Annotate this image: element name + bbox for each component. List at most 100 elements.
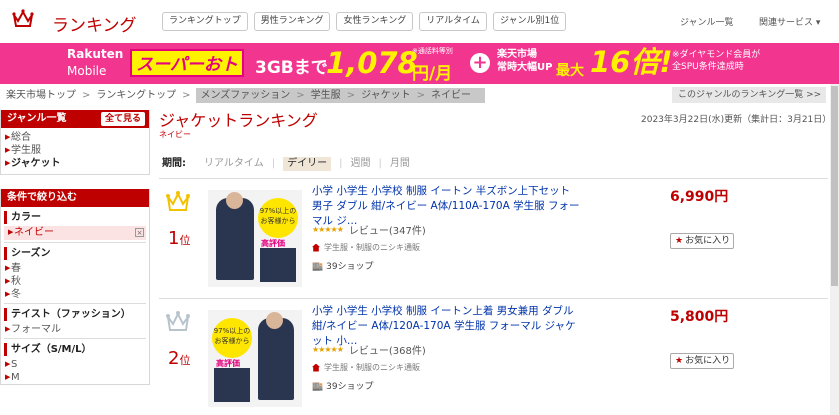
filter-option-size-m[interactable]: ▶ M bbox=[1, 371, 149, 384]
filter-option-winter[interactable]: ▶ 冬 bbox=[1, 288, 149, 301]
period-tabs: 期間: リアルタイム | デイリー | 週間 | 月間 bbox=[162, 157, 418, 171]
star-rating-icon: ★★★★★ bbox=[312, 345, 344, 354]
rank-number: 1位 bbox=[168, 228, 190, 249]
tab-monthly[interactable]: 月間 bbox=[390, 157, 410, 171]
filter-option-navy[interactable]: ▶ ネイビー bbox=[4, 226, 146, 239]
updated-date: 2023年3月22日(水)更新（集計日：3月21日） bbox=[641, 115, 832, 125]
filter-taste-label: テイスト（ファッション） bbox=[4, 308, 149, 321]
breadcrumb-navy: ネイビー bbox=[430, 90, 471, 101]
filter-option-autumn[interactable]: ▶ 秋 bbox=[1, 275, 149, 288]
rating-badge: 97%以上のお客様から bbox=[258, 198, 298, 238]
banner-call-note: ※通話料等別 bbox=[412, 47, 453, 55]
product-image[interactable]: 97%以上のお客様から 高評価 bbox=[208, 190, 302, 287]
period-separator: | bbox=[378, 158, 382, 169]
breadcrumb-mens-fashion[interactable]: メンズファッション bbox=[200, 88, 290, 103]
shop-count-link[interactable]: 🏬 39ショップ bbox=[312, 259, 374, 272]
sidebar-item-label: 総合 bbox=[11, 132, 31, 143]
tab-ranking-top[interactable]: ランキングトップ bbox=[162, 12, 248, 31]
sidebar-item-jacket[interactable]: ▶ ジャケット bbox=[1, 157, 149, 170]
scrollbar-thumb[interactable] bbox=[831, 86, 838, 286]
filter-option-formal[interactable]: ▶ フォーマル bbox=[1, 323, 149, 336]
shop-link[interactable]: 学生服・制服のニシキ通販 bbox=[312, 242, 420, 253]
shop-count-text: 39ショップ bbox=[326, 262, 374, 272]
chevron-right-icon: ▶ bbox=[5, 325, 11, 333]
crown-gold-dot bbox=[176, 191, 180, 195]
divider bbox=[4, 242, 146, 243]
tab-female-ranking[interactable]: 女性ランキング bbox=[336, 12, 414, 31]
chevron-right-icon: ▶ bbox=[5, 159, 11, 167]
shop-count-link[interactable]: 🏬 39ショップ bbox=[312, 379, 374, 392]
breadcrumb-rakuten-top[interactable]: 楽天市場トップ bbox=[6, 88, 76, 103]
banner-yen-month: 円/月 bbox=[412, 64, 453, 84]
banner-multiplier: 16倍! bbox=[590, 45, 673, 79]
tab-genre-first[interactable]: ジャンル別1位 bbox=[492, 12, 567, 31]
tab-male-ranking[interactable]: 男性ランキング bbox=[253, 12, 331, 31]
rank-value: 2 bbox=[168, 348, 180, 369]
breadcrumb-separator: > bbox=[182, 90, 191, 101]
banner-max: 最大 bbox=[556, 63, 584, 79]
tab-realtime[interactable]: リアルタイム bbox=[419, 12, 487, 31]
favorite-button[interactable]: ★ お気に入り bbox=[670, 233, 734, 249]
genre-ranking-list-link[interactable]: このジャンルのランキング一覧 >> bbox=[672, 87, 826, 103]
filter-option-spring[interactable]: ▶ 春 bbox=[1, 262, 149, 275]
genre-list-link[interactable]: ジャンル一覧 bbox=[680, 15, 734, 28]
sidebar-item-school-uniform[interactable]: ▶ 学生服 bbox=[1, 144, 149, 157]
crown-silver-dot bbox=[166, 314, 170, 318]
banner-price: 1,078 bbox=[326, 46, 418, 80]
tab-realtime-period[interactable]: リアルタイム bbox=[204, 157, 264, 171]
banner-diamond-note: ※ダイヤモンド会員が 全SPU条件達成時 bbox=[672, 49, 760, 73]
sidebar-item-overall[interactable]: ▶ 総合 bbox=[1, 131, 149, 144]
ranking-item: 1位 97%以上のお客様から 高評価 小学 小学生 小学校 制服 イートン 半ズ… bbox=[159, 180, 828, 295]
review-row: ★★★★★ レビュー(368件) bbox=[312, 342, 426, 357]
clear-filter-icon[interactable]: × bbox=[135, 228, 144, 237]
filter-option-label: 冬 bbox=[11, 289, 21, 300]
chevron-right-icon: ▶ bbox=[5, 264, 11, 272]
related-services-menu[interactable]: 関連サービス ▾ bbox=[759, 15, 820, 28]
divider bbox=[159, 298, 828, 299]
show-all-button[interactable]: 全て見る bbox=[100, 112, 145, 126]
chevron-right-icon: ▶ bbox=[5, 373, 11, 381]
genre-list-header: ジャンル一覧 全て見る bbox=[1, 110, 149, 128]
filter-size-label: サイズ（S/M/L） bbox=[4, 343, 149, 356]
filter-option-size-s[interactable]: ▶ S bbox=[1, 358, 149, 371]
ranking-item: 2位 97%以上のお客様から 高評価 小学 小学生 小学校 制服 イートン上着 … bbox=[159, 300, 828, 415]
banner-ichiba-line1: 楽天市場 bbox=[497, 49, 537, 60]
banner-data-text: 3GBまで bbox=[255, 58, 328, 78]
promo-banner[interactable]: Rakuten Mobile スーパーおトク 3GBまで 1,078 ※通話料等… bbox=[0, 43, 839, 84]
filter-option-label: 春 bbox=[11, 263, 21, 274]
product-image-jacket bbox=[260, 248, 296, 282]
product-image-figure bbox=[258, 318, 294, 400]
crown-logo-icon[interactable] bbox=[12, 9, 34, 29]
banner-sale-badge: スーパーおトク bbox=[130, 49, 244, 84]
shop-link[interactable]: 学生服・制服のニシキ通販 bbox=[312, 362, 420, 373]
ranking-logo-text[interactable]: ランキング bbox=[52, 11, 137, 36]
shop-icon bbox=[312, 363, 320, 372]
product-image-jacket bbox=[214, 368, 250, 402]
shop-icon bbox=[312, 243, 320, 252]
banner-ichiba-line2: 常時大幅UP bbox=[497, 62, 553, 73]
breadcrumb-jacket[interactable]: ジャケット bbox=[361, 88, 411, 103]
product-image[interactable]: 97%以上のお客様から 高評価 bbox=[208, 310, 302, 407]
filter-option-label: M bbox=[11, 372, 20, 383]
chevron-right-icon: ▶ bbox=[5, 277, 11, 285]
favorite-button[interactable]: ★ お気に入り bbox=[670, 353, 734, 369]
page-title: ジャケットランキング bbox=[159, 111, 318, 130]
review-count-link[interactable]: レビュー(368件) bbox=[349, 342, 426, 357]
review-count-link[interactable]: レビュー(347件) bbox=[349, 222, 426, 237]
rank-value: 1 bbox=[168, 228, 180, 249]
banner-rakuten: Rakuten bbox=[67, 47, 124, 61]
breadcrumb-current-path: メンズファッション > 学生服 > ジャケット > ネイビー bbox=[196, 88, 485, 103]
divider bbox=[4, 303, 146, 304]
banner-mobile: Mobile bbox=[67, 64, 107, 78]
header-tabs: ランキングトップ 男性ランキング 女性ランキング リアルタイム ジャンル別1位 bbox=[162, 12, 572, 31]
store-icon: 🏬 bbox=[312, 262, 324, 272]
breadcrumb-ranking-top[interactable]: ランキングトップ bbox=[96, 88, 176, 103]
product-image-figure bbox=[216, 198, 254, 280]
tab-weekly[interactable]: 週間 bbox=[350, 157, 370, 171]
tab-daily[interactable]: デイリー bbox=[283, 157, 332, 171]
breadcrumb-school-uniform[interactable]: 学生服 bbox=[311, 88, 341, 103]
breadcrumb-separator: > bbox=[416, 90, 425, 101]
period-separator: | bbox=[271, 158, 276, 169]
breadcrumb-separator: > bbox=[346, 90, 356, 101]
filter-color-selected[interactable]: ▶ ネイビー × bbox=[4, 226, 146, 240]
